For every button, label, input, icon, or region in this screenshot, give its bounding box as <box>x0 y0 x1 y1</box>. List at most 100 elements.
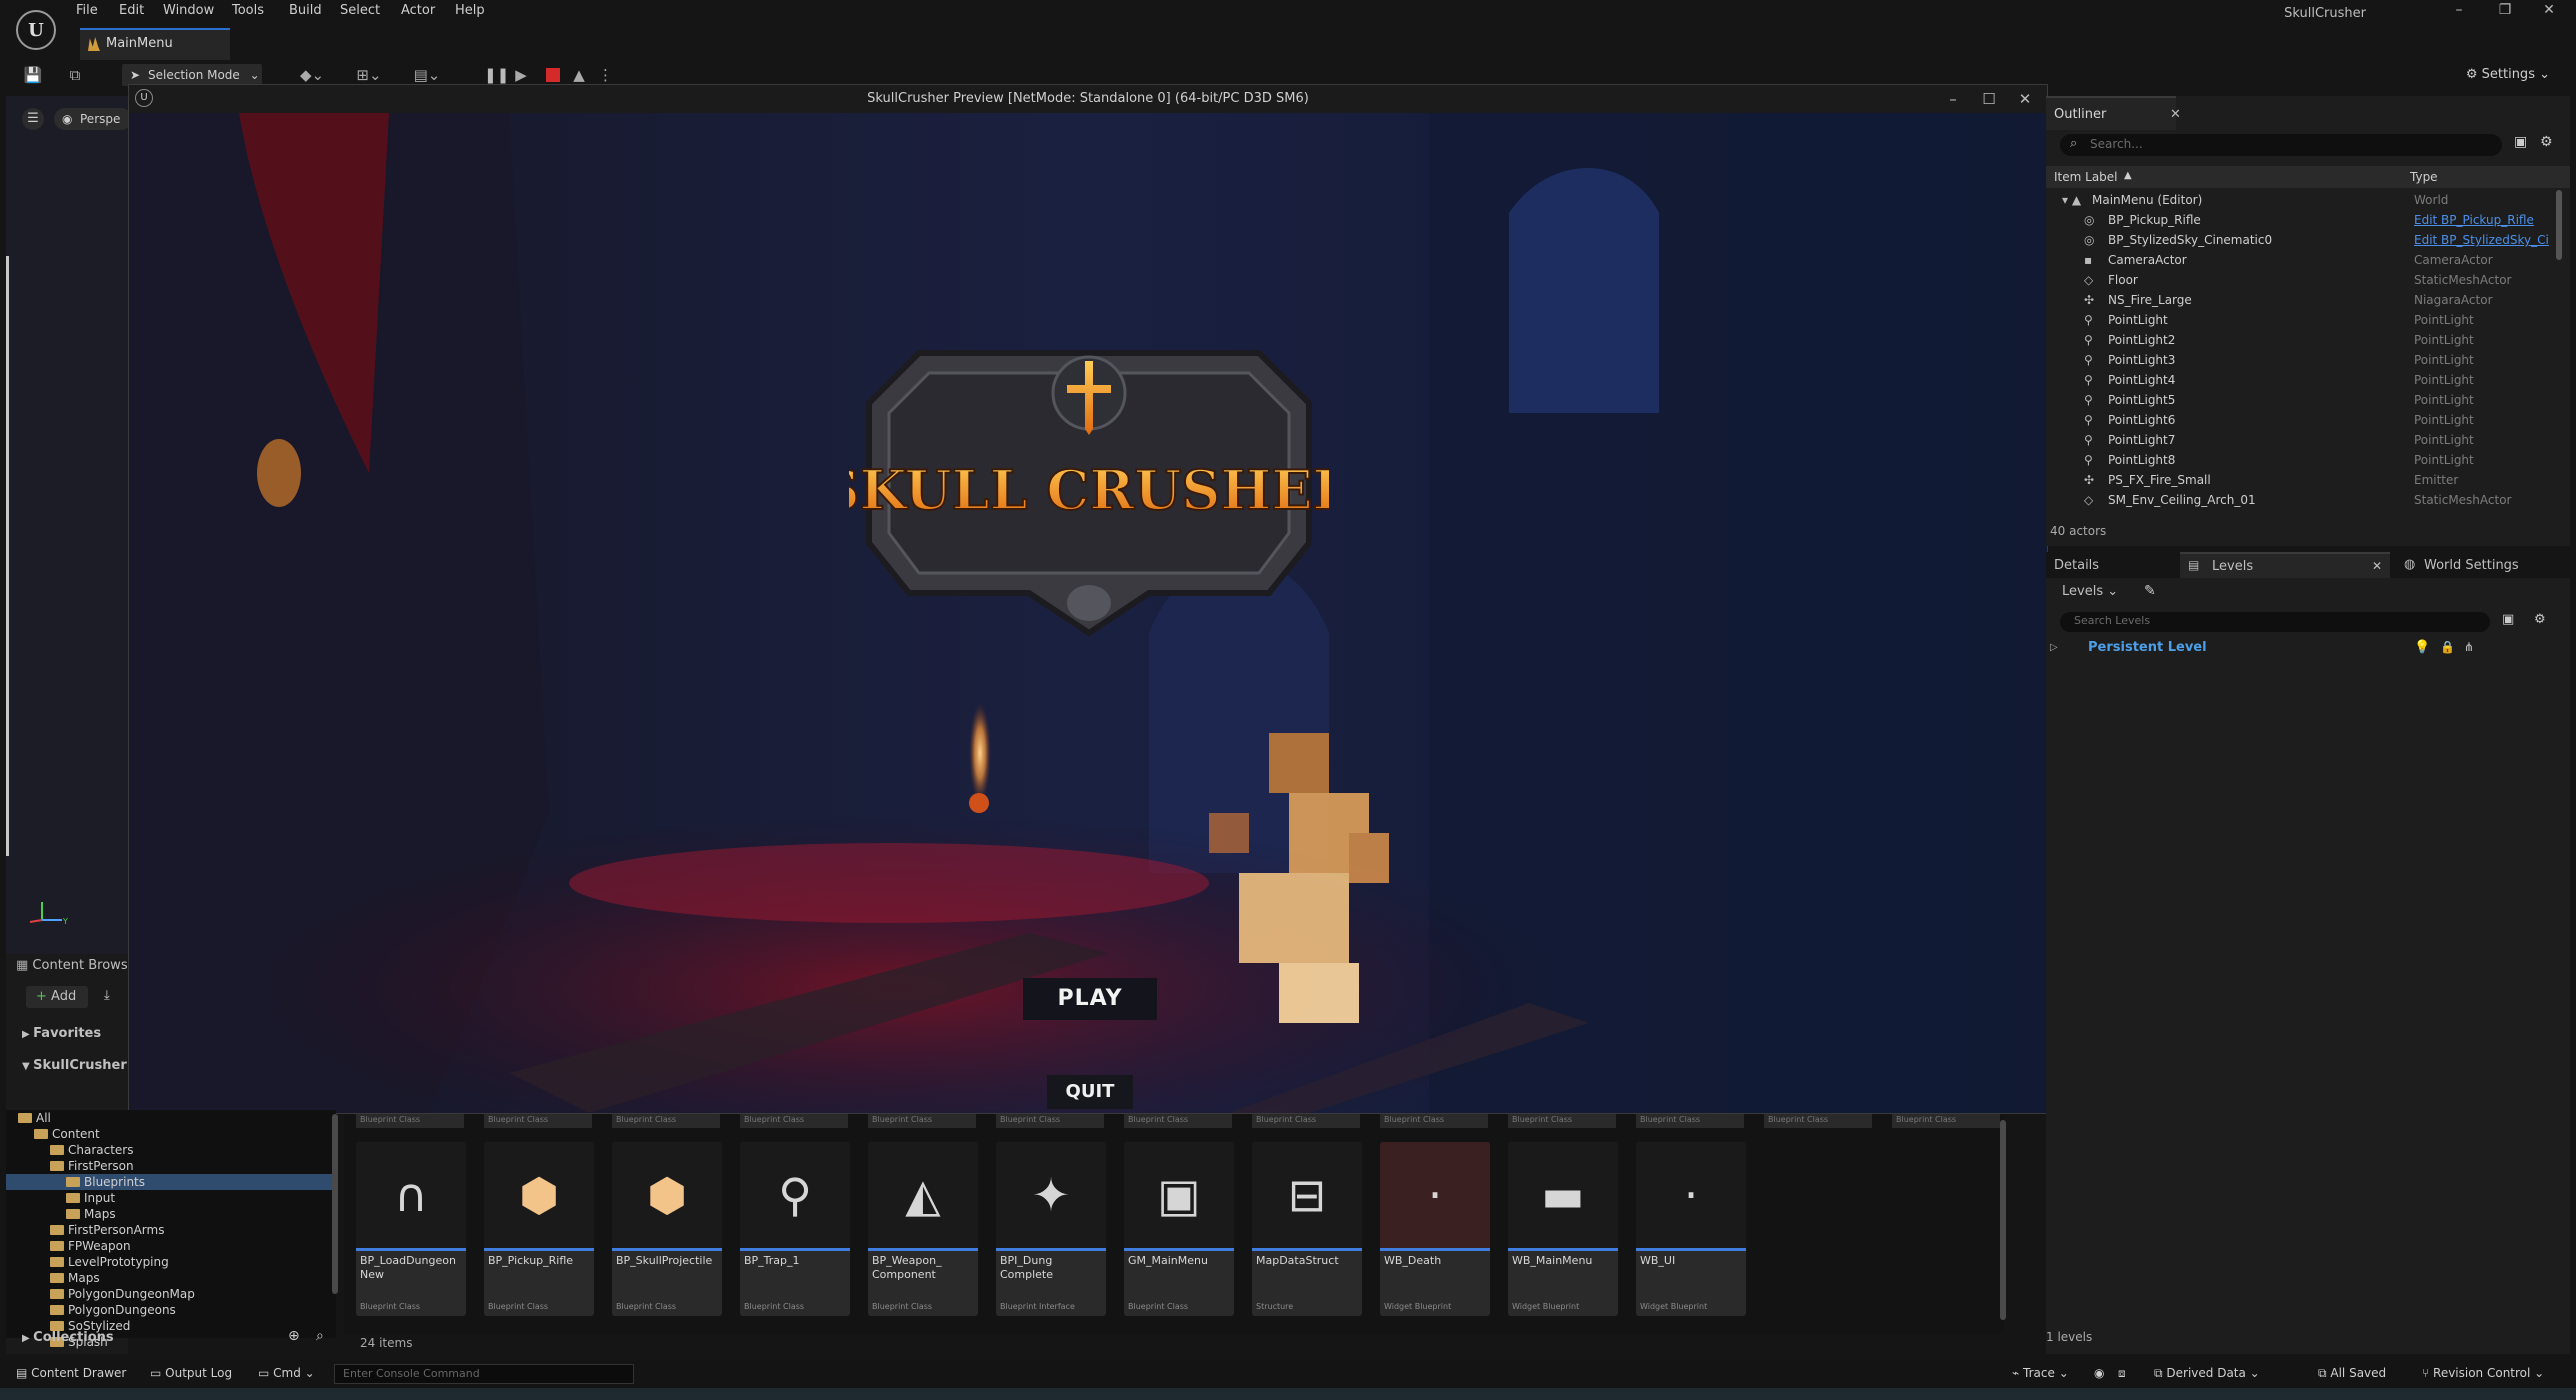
outliner-row[interactable]: ▾ ▲ MainMenu (Editor) World <box>2046 190 2556 210</box>
outliner-settings-icon[interactable]: ⚙ <box>2540 134 2553 150</box>
project-section[interactable]: ▼ SkullCrusher <box>22 1058 127 1073</box>
column-item-label[interactable]: Item Label <box>2054 170 2118 184</box>
quit-button[interactable]: QUIT <box>1047 1075 1133 1109</box>
outliner-row[interactable]: ⚲ PointLight6 PointLight <box>2046 410 2556 430</box>
tree-folder-item[interactable]: PolygonDungeonMap <box>6 1286 336 1302</box>
settings-button[interactable]: ⚙ Settings ⌄ <box>2466 64 2550 86</box>
tree-folder-item[interactable]: LevelPrototyping <box>6 1254 336 1270</box>
preview-maximize-icon[interactable]: ☐ <box>1971 87 2007 111</box>
play-button[interactable]: PLAY <box>1023 978 1157 1020</box>
add-button[interactable]: + Add <box>26 986 88 1008</box>
asset-tile[interactable]: ◭ BP_Weapon_ Component Blueprint Class <box>868 1142 978 1316</box>
record-icon[interactable]: ◉ <box>2094 1366 2104 1380</box>
column-type[interactable]: Type <box>2410 170 2438 184</box>
restore-icon[interactable]: ❐ <box>2490 2 2520 22</box>
asset-tile[interactable]: ⚲ BP_Trap_1 Blueprint Class <box>740 1142 850 1316</box>
tree-folder-item[interactable]: Maps <box>6 1270 336 1286</box>
outliner-row[interactable]: ⚲ PointLight5 PointLight <box>2046 390 2556 410</box>
asset-grid-scrollbar[interactable] <box>2000 1120 2006 1320</box>
tab-world-settings[interactable]: World Settings <box>2424 558 2519 573</box>
favorites-section[interactable]: ▶ Favorites <box>22 1026 101 1041</box>
trace-dropdown[interactable]: ⌁ Trace ⌄ <box>2012 1366 2069 1380</box>
perspective-button[interactable]: ◉ Perspe <box>54 108 132 130</box>
asset-tile[interactable]: · WB_UI Widget Blueprint <box>1636 1142 1746 1316</box>
content-drawer-button[interactable]: ▤ Content Drawer <box>16 1366 126 1380</box>
import-icon[interactable]: ⤓ <box>104 988 110 1003</box>
outliner-row[interactable]: ◎ BP_StylizedSky_Cinematic0 Edit BP_Styliz… <box>2046 230 2556 250</box>
asset-tile-stub[interactable]: Blueprint Class <box>868 1114 976 1128</box>
outliner-scrollbar[interactable] <box>2556 190 2562 260</box>
game-scene[interactable]: SKULL CRUSHER PLAY QUIT <box>129 113 2047 1113</box>
pause-icon[interactable]: ❚❚ <box>484 64 509 86</box>
stop-icon[interactable] <box>546 68 560 82</box>
collections-section[interactable]: ▶ Collections <box>22 1330 114 1345</box>
cinematics-icon[interactable]: ▤⌄ <box>406 64 448 86</box>
output-log-button[interactable]: ▭ Output Log <box>150 1366 232 1380</box>
all-saved-button[interactable]: ⧉ All Saved <box>2318 1366 2386 1381</box>
tree-folder-item[interactable]: FirstPersonArms <box>6 1222 336 1238</box>
asset-tile[interactable]: ⊟ MapDataStruct Structure <box>1252 1142 1362 1316</box>
asset-tile-stub[interactable]: Blueprint Class <box>1892 1114 2000 1128</box>
blueprints-icon[interactable]: ⊞⌄ <box>348 64 390 86</box>
asset-tile-stub[interactable]: Blueprint Class <box>1124 1114 1232 1128</box>
screenshot-icon[interactable]: ⧈ <box>2118 1366 2126 1381</box>
minimize-icon[interactable]: – <box>2444 2 2474 22</box>
menu-edit[interactable]: Edit <box>119 0 144 22</box>
menu-select[interactable]: Select <box>340 0 380 22</box>
outliner-row[interactable]: ⚲ PointLight4 PointLight <box>2046 370 2556 390</box>
asset-tile-stub[interactable]: Blueprint Class <box>612 1114 720 1128</box>
outliner-row[interactable]: ⚲ PointLight7 PointLight <box>2046 430 2556 450</box>
tab-levels[interactable]: ▤ Levels ✕ <box>2180 552 2390 578</box>
outliner-row[interactable]: ▪ CameraActor CameraActor <box>2046 250 2556 270</box>
outliner-row[interactable]: ⚲ PointLight2 PointLight <box>2046 330 2556 350</box>
save-icon[interactable]: 💾 <box>22 64 44 86</box>
menu-help[interactable]: Help <box>455 0 485 22</box>
add-folder-icon[interactable]: ▣ <box>2514 134 2527 150</box>
preview-close-icon[interactable]: ✕ <box>2007 87 2043 111</box>
expand-arrow-icon[interactable]: ▷ <box>2050 642 2058 653</box>
close-outliner-icon[interactable]: ✕ <box>2170 98 2181 132</box>
menu-build[interactable]: Build <box>289 0 322 22</box>
asset-tile[interactable]: ⬢ BP_SkullProjectile Blueprint Class <box>612 1142 722 1316</box>
asset-tile[interactable]: ⬢ BP_Pickup_Rifle Blueprint Class <box>484 1142 594 1316</box>
outliner-row[interactable]: ✣ PS_FX_Fire_Small Emitter <box>2046 470 2556 490</box>
outliner-row[interactable]: ◎ BP_Pickup_Rifle Edit BP_Pickup_Rifle <box>2046 210 2556 230</box>
outliner-search-input[interactable]: ⌕ Search... <box>2060 134 2502 156</box>
tab-outliner[interactable]: Outliner ✕ <box>2046 96 2181 130</box>
tree-folder-item[interactable]: Characters <box>6 1142 336 1158</box>
more-options-icon[interactable]: ⋮ <box>598 64 613 86</box>
outliner-row[interactable]: ⚲ PointLight PointLight <box>2046 310 2556 330</box>
tab-details[interactable]: Details <box>2054 558 2099 573</box>
preview-minimize-icon[interactable]: – <box>1935 87 1971 111</box>
asset-tile[interactable]: ▬ WB_MainMenu Widget Blueprint <box>1508 1142 1618 1316</box>
close-icon[interactable]: ✕ <box>2534 2 2564 22</box>
tree-folder-item[interactable]: PolygonDungeons <box>6 1302 336 1318</box>
outliner-row[interactable]: ◇ SM_Env_Ceiling_Arch_01 StaticMeshActor <box>2046 490 2556 510</box>
levels-add-folder-icon[interactable]: ▣ <box>2502 612 2514 627</box>
asset-tile-stub[interactable]: Blueprint Class <box>1764 1114 1872 1128</box>
pencil-icon[interactable]: ✎ <box>2144 583 2156 599</box>
game-preview-window[interactable]: U SkullCrusher Preview [NetMode: Standal… <box>128 84 2048 1114</box>
tree-scrollbar[interactable] <box>332 1114 338 1294</box>
share-icon[interactable]: ⋔ <box>2464 640 2474 654</box>
cmd-dropdown[interactable]: ▭ Cmd ⌄ <box>258 1366 315 1380</box>
asset-tile[interactable]: ✦ BPI_Dung Complete Blueprint Interface <box>996 1142 1106 1316</box>
console-command-input[interactable]: Enter Console Command <box>334 1364 634 1384</box>
tree-folder-item[interactable]: Content <box>6 1126 336 1142</box>
outliner-row[interactable]: ◇ Floor StaticMeshActor <box>2046 270 2556 290</box>
asset-tile-stub[interactable]: Blueprint Class <box>1380 1114 1488 1128</box>
unreal-logo-icon[interactable]: U <box>16 10 56 50</box>
lightbulb-icon[interactable]: 💡 <box>2414 640 2430 655</box>
frame-skip-icon[interactable]: ▶ <box>512 64 530 86</box>
search-collections-icon[interactable]: ⌕ <box>316 1328 324 1344</box>
asset-tile[interactable]: ∩ BP_LoadDungeon New Blueprint Class <box>356 1142 466 1316</box>
asset-tile-stub[interactable]: Blueprint Class <box>1636 1114 1744 1128</box>
tree-folder-item[interactable]: FPWeapon <box>6 1238 336 1254</box>
outliner-row[interactable]: ⚲ PointLight8 PointLight <box>2046 450 2556 470</box>
levels-dropdown[interactable]: Levels ⌄ <box>2062 584 2118 599</box>
eject-icon[interactable]: ▲ <box>570 64 588 86</box>
level-viewport[interactable] <box>6 96 128 964</box>
close-levels-icon[interactable]: ✕ <box>2372 559 2382 573</box>
add-actor-icon[interactable]: ◆⌄ <box>294 64 330 86</box>
tab-mainmenu[interactable]: MainMenu <box>80 28 230 60</box>
